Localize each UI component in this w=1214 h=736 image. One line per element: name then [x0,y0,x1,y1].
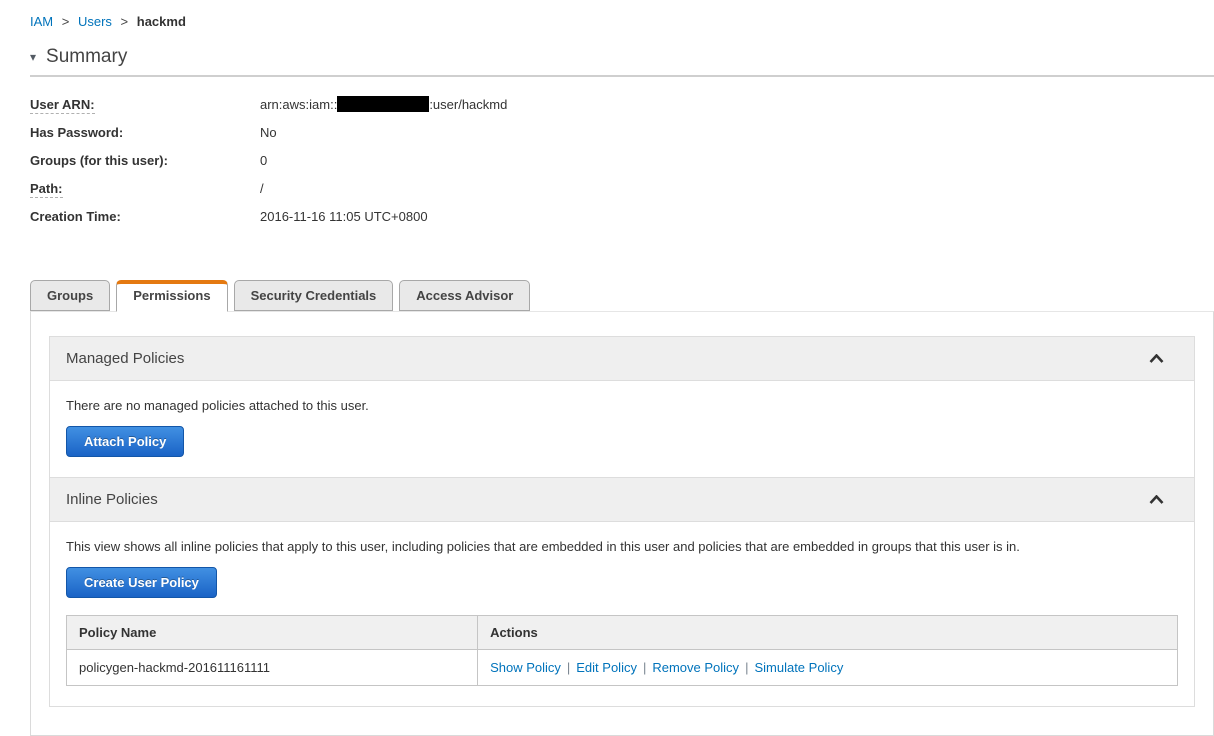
managed-policies-header: Managed Policies [50,337,1194,381]
field-label: User ARN: [30,96,95,114]
chevron-up-icon [1149,492,1164,507]
policy-sections-container: Managed Policies There are no managed po… [49,336,1195,707]
field-label: Groups (for this user): [30,152,168,168]
action-separator: | [642,660,647,675]
column-header-actions: Actions [477,615,1178,650]
action-separator: | [566,660,571,675]
arn-prefix: arn:aws:iam:: [260,96,338,112]
field-label: Path: [30,180,63,198]
managed-policies-empty-message: There are no managed policies attached t… [66,398,369,413]
creation-time-value: 2016-11-16 11:05 UTC+0800 [260,208,428,224]
breadcrumb-separator-icon: > [120,14,129,29]
summary-section-toggle[interactable]: ▾ Summary [30,46,1214,68]
remove-policy-link[interactable]: Remove Policy [652,660,739,675]
policy-actions-cell: Show Policy | Edit Policy | Remove Policy | Si… [477,649,1178,686]
table-header-row: Policy Name Actions [66,615,1178,650]
field-path: Path: / [30,174,1214,202]
column-header-policy-name: Policy Name [66,615,478,650]
summary-title: Summary [46,46,128,67]
field-label: Creation Time: [30,208,121,224]
create-user-policy-button[interactable]: Create User Policy [66,567,217,598]
caret-down-icon: ▾ [30,50,37,64]
policy-name-cell: policygen-hackmd-201611161111 [66,649,478,686]
field-has-password: Has Password: No [30,118,1214,146]
managed-policies-title: Managed Policies [66,350,185,367]
inline-policies-table: Policy Name Actions policygen-hackmd-201… [66,615,1178,686]
tab-permissions[interactable]: Permissions [116,280,228,312]
user-detail-tabs: Groups Permissions Security Credentials … [30,280,1214,312]
permissions-tab-panel: Managed Policies There are no managed po… [30,311,1214,736]
field-label: Has Password: [30,124,124,140]
breadcrumb-separator-icon: > [61,14,70,29]
groups-count-value: 0 [260,152,268,168]
redacted-account-id [337,96,430,112]
show-policy-link[interactable]: Show Policy [490,660,561,675]
summary-fields: User ARN: arn:aws:iam:::user/hackmd Has … [30,90,1214,230]
tab-groups[interactable]: Groups [30,280,111,311]
path-value: / [260,180,264,196]
managed-policies-body: There are no managed policies attached t… [50,381,1194,477]
chevron-up-icon [1149,351,1164,366]
arn-suffix: :user/hackmd [429,96,508,112]
inline-policies-title: Inline Policies [66,491,158,508]
field-groups: Groups (for this user): 0 [30,146,1214,174]
breadcrumb: IAM > Users > hackmd [0,0,1214,29]
simulate-policy-link[interactable]: Simulate Policy [754,660,843,675]
table-row: policygen-hackmd-201611161111 Show Polic… [66,649,1178,686]
iam-user-detail-page: IAM > Users > hackmd ▾ Summary User ARN:… [0,0,1214,736]
user-arn-value: arn:aws:iam:::user/hackmd [260,96,507,112]
managed-policies-collapse-button[interactable] [1135,349,1178,368]
field-creation-time: Creation Time: 2016-11-16 11:05 UTC+0800 [30,202,1214,230]
breadcrumb-current-user: hackmd [136,14,186,29]
inline-policies-body: This view shows all inline policies that… [50,522,1194,706]
edit-policy-link[interactable]: Edit Policy [576,660,637,675]
inline-policies-description: This view shows all inline policies that… [66,539,1020,554]
breadcrumb-link-iam[interactable]: IAM [30,14,53,29]
tab-access-advisor[interactable]: Access Advisor [399,280,531,311]
attach-policy-button[interactable]: Attach Policy [66,426,185,457]
inline-policies-header: Inline Policies [50,477,1194,522]
inline-policies-collapse-button[interactable] [1135,490,1178,509]
summary-divider [30,75,1214,77]
breadcrumb-link-users[interactable]: Users [78,14,112,29]
tab-security-credentials[interactable]: Security Credentials [233,280,394,311]
field-user-arn: User ARN: arn:aws:iam:::user/hackmd [30,90,1214,118]
action-separator: | [745,660,749,675]
has-password-value: No [260,124,277,140]
